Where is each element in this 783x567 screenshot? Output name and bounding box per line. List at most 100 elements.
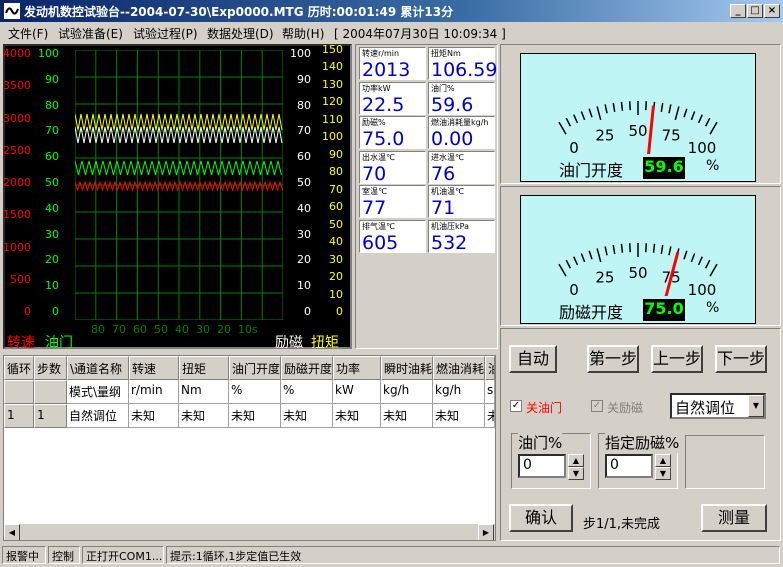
table-header[interactable]: 转速: [129, 356, 179, 380]
table-cell[interactable]: 未知: [333, 404, 381, 428]
excite-input[interactable]: 0: [605, 454, 653, 478]
gauge-value: 75.0: [643, 299, 685, 321]
throttle-label: 油门: [45, 335, 73, 351]
table-cell[interactable]: 未知: [229, 404, 281, 428]
close-button[interactable]: ×: [764, 4, 780, 18]
menu-help[interactable]: 帮助(H): [282, 25, 324, 42]
auto-button[interactable]: 自动: [509, 345, 557, 373]
readout-label: 进水温℃: [431, 152, 464, 162]
gauge-tick: [588, 108, 593, 118]
torque-axis-tick: 0: [336, 305, 343, 318]
table-cell[interactable]: 1: [4, 404, 34, 428]
close-throttle-checkbox[interactable]: ✓: [510, 400, 522, 412]
table-cell[interactable]: 模式\量纲: [67, 380, 129, 404]
table-header[interactable]: 燃油消耗: [433, 356, 485, 380]
chevron-down-icon[interactable]: ▼: [748, 395, 764, 417]
table-header[interactable]: \通道名称: [67, 356, 129, 380]
excite-group: 指定励磁% 0 ▲ ▼: [598, 432, 680, 489]
table-cell[interactable]: Nm: [179, 380, 229, 404]
menu-data[interactable]: 数据处理(D): [207, 25, 274, 42]
table-cell[interactable]: 自然调位: [67, 404, 129, 428]
gauge-tick-label: 50: [628, 264, 647, 282]
throttle-up-icon[interactable]: ▲: [568, 454, 584, 467]
plot-area: [75, 50, 283, 320]
readout-label: 机油压kPa: [431, 221, 469, 231]
table-cell[interactable]: 未知: [381, 404, 433, 428]
readout-cell: 室温℃ 77: [359, 185, 426, 219]
table-cell[interactable]: kg/h: [381, 380, 433, 404]
speed-label: 转速: [7, 335, 35, 351]
readout-label: 转速r/min: [362, 49, 400, 58]
readout-label: 出水温℃: [362, 152, 395, 162]
table-header[interactable]: 油门开度: [229, 356, 281, 380]
table-header[interactable]: 循环: [4, 356, 34, 380]
minimize-button[interactable]: _: [730, 4, 746, 18]
table-cell[interactable]: 1: [34, 404, 67, 428]
throttle-input[interactable]: 0: [518, 454, 566, 478]
throttle-axis-tick: 100: [38, 47, 59, 60]
table-cell[interactable]: 未: [485, 404, 495, 428]
table-cell[interactable]: 未知: [129, 404, 179, 428]
table-header[interactable]: 步数: [34, 356, 67, 380]
table-header[interactable]: 功率: [333, 356, 381, 380]
time-axis-tick: 40: [175, 323, 189, 336]
torque-axis-tick: 80: [329, 165, 343, 179]
horizontal-scrollbar[interactable]: ◀ ▶: [4, 523, 495, 540]
readout-cell: 功率kW 22.5: [359, 81, 426, 116]
gauge-tick: [683, 108, 688, 118]
readout-value: 71: [431, 197, 456, 219]
table-cell[interactable]: r/min: [129, 380, 179, 404]
gauge-tick-label: 100: [688, 281, 717, 296]
table-cell[interactable]: 未知: [433, 404, 485, 428]
torque-axis-tick: 50: [329, 217, 343, 231]
table-header[interactable]: 瞬时油耗: [381, 356, 433, 380]
throttle-down-icon[interactable]: ▼: [568, 467, 584, 480]
data-table: 循环步数\通道名称转速扭矩油门开度励磁开度功率瞬时油耗燃油消耗油 模式\量纲r/…: [3, 355, 496, 541]
table-cell[interactable]: [34, 380, 67, 404]
table-cell[interactable]: s: [485, 380, 495, 404]
gauge-tick: [612, 244, 616, 254]
throttle-group-label: 油门%: [518, 432, 563, 453]
maximize-button[interactable]: □: [747, 4, 763, 18]
mode-select[interactable]: 自然调位 ▼: [670, 393, 766, 419]
excite-down-icon[interactable]: ▼: [655, 467, 671, 480]
menu-process[interactable]: 试验过程(P): [133, 25, 198, 42]
first-step-button[interactable]: 第一步: [587, 345, 639, 373]
readout-value: 77: [362, 197, 387, 219]
table-cell[interactable]: %: [281, 380, 333, 404]
confirm-button[interactable]: 确认: [509, 504, 573, 532]
next-step-button[interactable]: 下一步: [715, 345, 767, 373]
torque-axis-tick: 120: [322, 95, 343, 109]
gauge-tick: [573, 114, 579, 124]
close-excite-checkbox[interactable]: ✓: [591, 400, 603, 412]
table-header[interactable]: 扭矩: [179, 356, 229, 380]
blank-panel: [685, 435, 765, 489]
menu-prep[interactable]: 试验准备(E): [58, 25, 123, 42]
status-com: 正打开COM1...: [82, 546, 164, 564]
table-cell[interactable]: 未知: [281, 404, 333, 428]
readout-cell: 燃油消耗量kg/h 0.00: [428, 116, 495, 150]
throttle-group: 油门% 0 ▲ ▼: [511, 432, 591, 489]
gauge-tick: [683, 250, 688, 260]
table-cell[interactable]: kW: [333, 380, 381, 404]
table-cell[interactable]: kg/h: [433, 380, 485, 404]
readout-cell: 出水温℃ 70: [359, 150, 426, 185]
gauge-tick: [612, 102, 616, 112]
menu-file[interactable]: 文件(F): [8, 25, 48, 42]
readout-cell: 扭矩Nm 106.59: [428, 47, 497, 81]
time-axis-tick: 60: [133, 323, 147, 336]
table-cell[interactable]: 未知: [179, 404, 229, 428]
measure-button[interactable]: 测量: [701, 504, 767, 532]
table-header[interactable]: 油: [485, 356, 495, 380]
readout-cell: 机油温℃ 71: [428, 185, 495, 219]
prev-step-button[interactable]: 上一步: [651, 345, 703, 373]
gauge-tick: [558, 121, 567, 135]
table-header[interactable]: 励磁开度: [281, 356, 333, 380]
throttle-axis-tick: 30: [45, 227, 59, 241]
table-cell[interactable]: [4, 380, 34, 404]
scroll-left-icon[interactable]: ◀: [4, 524, 20, 540]
scroll-right-icon[interactable]: ▶: [478, 524, 494, 540]
table-cell[interactable]: %: [229, 380, 281, 404]
gauge-tick: [596, 106, 602, 121]
excite-up-icon[interactable]: ▲: [655, 454, 671, 467]
